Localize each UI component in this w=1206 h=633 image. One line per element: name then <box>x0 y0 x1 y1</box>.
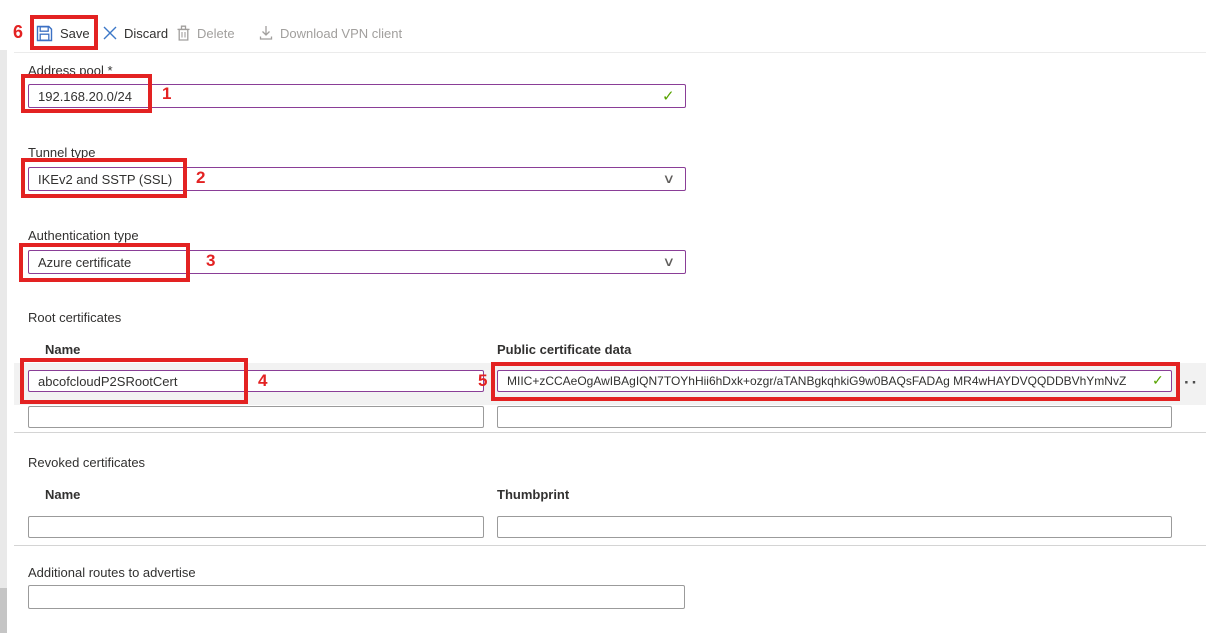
left-scrollbar-thumb[interactable] <box>0 588 7 633</box>
chevron-down-icon: ∨ <box>663 171 676 187</box>
address-pool-label: Address pool * <box>28 63 113 78</box>
root-cert-name-header: Name <box>45 342 80 357</box>
row-more-menu-icon[interactable]: ·· <box>1184 378 1199 388</box>
tunnel-type-dropdown[interactable]: IKEv2 and SSTP (SSL) ∨ <box>28 167 686 191</box>
download-label: Download VPN client <box>280 26 402 41</box>
discard-label: Discard <box>124 26 168 41</box>
save-button[interactable]: Save <box>36 20 90 46</box>
save-icon <box>36 25 53 42</box>
revoked-certificates-title: Revoked certificates <box>28 455 145 470</box>
chevron-down-icon: ∨ <box>663 254 676 270</box>
discard-x-icon <box>103 26 117 40</box>
revoked-thumbprint-header: Thumbprint <box>497 487 569 502</box>
delete-label: Delete <box>197 26 235 41</box>
root-certificates-title: Root certificates <box>28 310 121 325</box>
address-pool-input[interactable] <box>28 84 686 108</box>
authentication-type-dropdown[interactable]: Azure certificate ∨ <box>28 250 686 274</box>
p2s-configuration-page: 6 Save Discard Delete <box>0 0 1206 633</box>
trash-icon <box>177 25 190 41</box>
tunnel-type-label: Tunnel type <box>28 145 95 160</box>
authentication-type-label: Authentication type <box>28 228 139 243</box>
download-vpn-client-button[interactable]: Download VPN client <box>259 20 402 46</box>
download-icon <box>259 25 273 41</box>
root-cert-data-input-empty[interactable] <box>497 406 1172 428</box>
root-cert-name-input-empty[interactable] <box>28 406 484 428</box>
left-scrollbar-track <box>0 50 7 633</box>
section-divider <box>14 432 1206 433</box>
root-cert-data-input[interactable] <box>497 370 1172 392</box>
revoked-thumbprint-input[interactable] <box>497 516 1172 538</box>
root-cert-name-input[interactable] <box>28 370 484 392</box>
delete-button[interactable]: Delete <box>177 20 235 46</box>
root-cert-data-header: Public certificate data <box>497 342 631 357</box>
revoked-name-header: Name <box>45 487 80 502</box>
toolbar-divider <box>14 52 1206 53</box>
save-label: Save <box>60 26 90 41</box>
additional-routes-input[interactable] <box>28 585 685 609</box>
section-divider <box>14 545 1206 546</box>
authentication-type-value: Azure certificate <box>38 255 131 270</box>
annotation-number-6: 6 <box>13 22 23 43</box>
revoked-name-input[interactable] <box>28 516 484 538</box>
additional-routes-label: Additional routes to advertise <box>28 565 196 580</box>
tunnel-type-value: IKEv2 and SSTP (SSL) <box>38 172 172 187</box>
discard-button[interactable]: Discard <box>103 20 168 46</box>
